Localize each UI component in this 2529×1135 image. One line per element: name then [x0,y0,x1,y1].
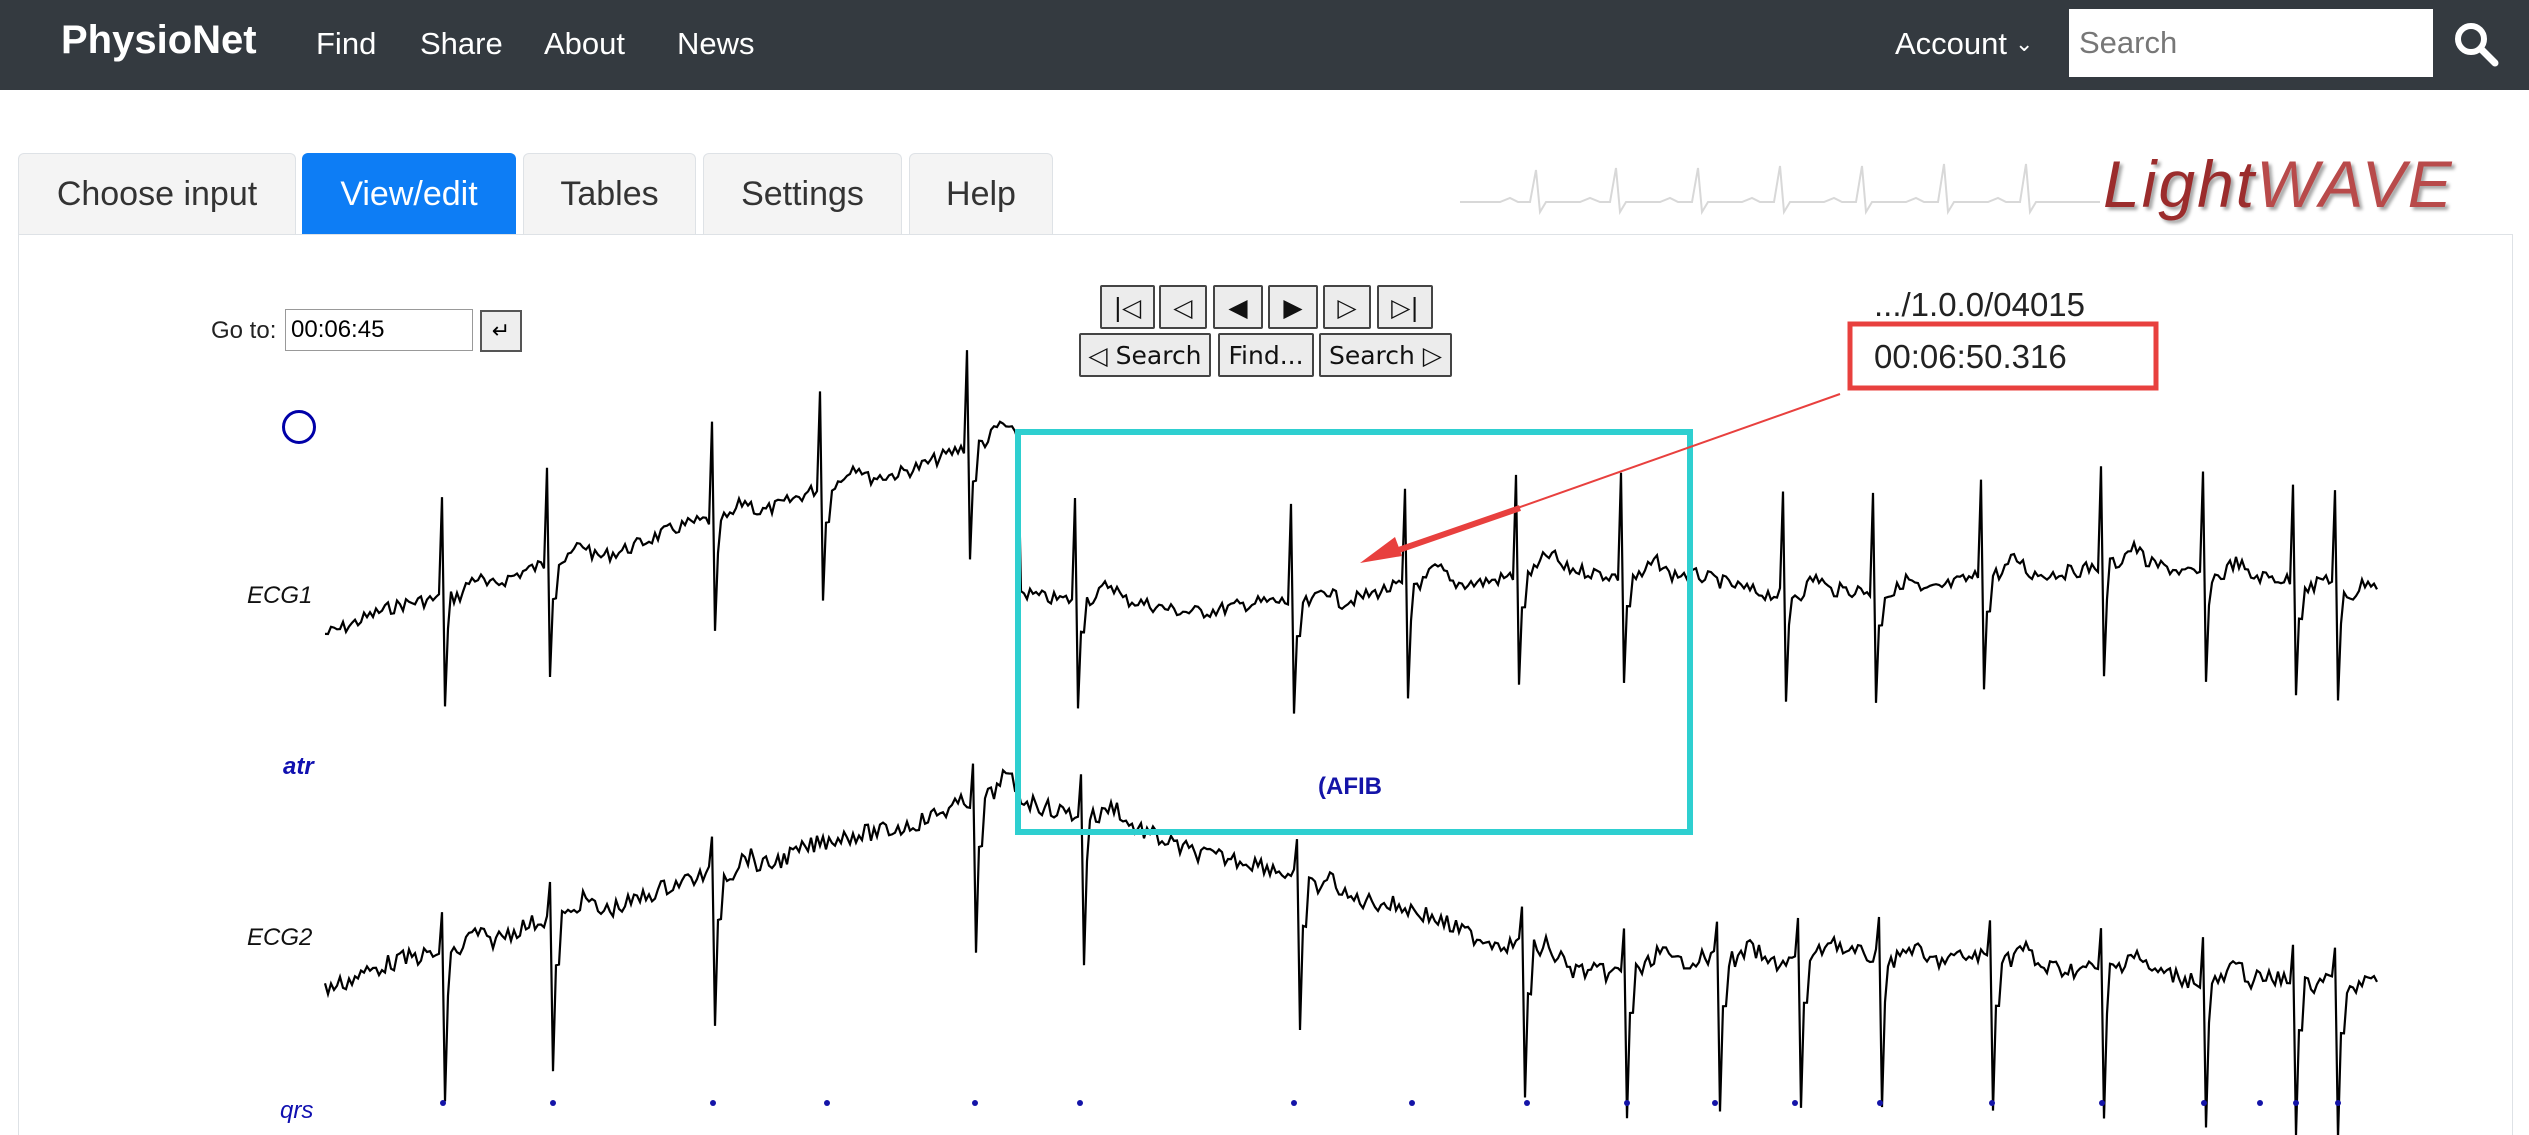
qrs-marker-10 [1712,1100,1718,1106]
qrs-marker-12 [1877,1100,1883,1106]
ecg2-waveform [323,763,2378,1135]
qrs-marker-9 [1624,1100,1630,1106]
qrs-marker-13 [1989,1100,1995,1106]
qrs-marker-6 [1291,1100,1297,1106]
waveform-canvas[interactable] [0,0,2529,1135]
qrs-marker-14 [2099,1100,2105,1106]
qrs-marker-2 [710,1100,716,1106]
ecg1-waveform [324,350,2378,714]
qrs-marker-15 [2201,1100,2207,1106]
afib-highlight-box [1015,429,1693,835]
time-callout-box [1847,321,2159,391]
qrs-marker-1 [550,1100,556,1106]
qrs-marker-3 [824,1100,830,1106]
qrs-marker-8 [1524,1100,1530,1106]
qrs-markers [440,1100,2341,1106]
qrs-marker-4 [972,1100,978,1106]
qrs-marker-11 [1792,1100,1798,1106]
callout-arrow-shaft [1389,505,1521,556]
qrs-marker-7 [1409,1100,1415,1106]
qrs-marker-18 [2335,1100,2341,1106]
qrs-marker-16 [2257,1100,2263,1106]
qrs-marker-17 [2293,1100,2299,1106]
qrs-marker-0 [440,1100,446,1106]
qrs-marker-5 [1077,1100,1083,1106]
